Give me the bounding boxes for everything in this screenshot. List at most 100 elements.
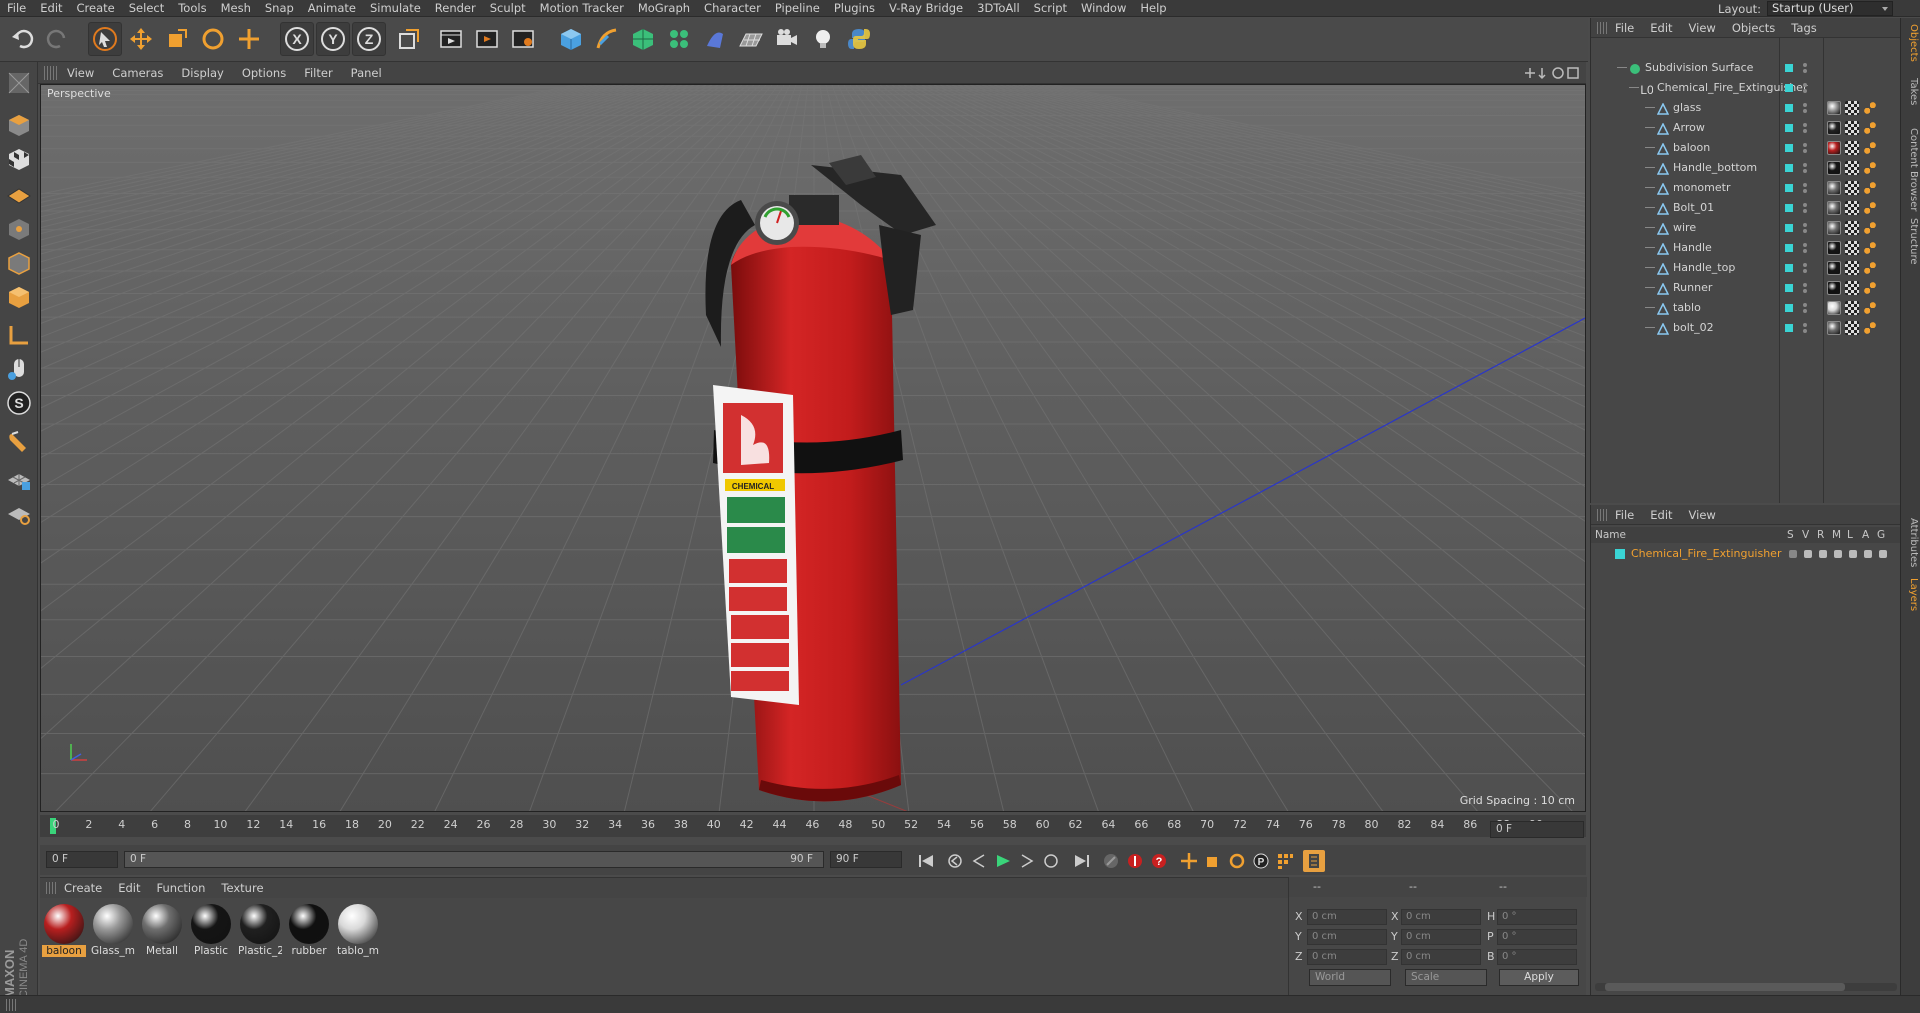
side-tab-takes[interactable]: Takes [1903, 78, 1919, 105]
object-row[interactable]: wire [1591, 218, 1901, 238]
material-swatch[interactable]: Plastic_2 [238, 902, 282, 958]
layer-menu-view[interactable]: View [1681, 508, 1724, 522]
menu-script[interactable]: Script [1027, 0, 1074, 17]
object-menu-view[interactable]: View [1681, 21, 1724, 35]
material-tag-icon[interactable] [1827, 121, 1841, 135]
layer-flag-toggle[interactable] [1789, 550, 1797, 558]
y-axis-lock-button[interactable]: Y [316, 22, 350, 56]
coord-value-field[interactable]: 0 cm [1401, 909, 1481, 925]
editor-visibility-dot[interactable] [1803, 223, 1807, 227]
texture-mode-button[interactable] [4, 144, 34, 174]
render-visibility-dot[interactable] [1803, 329, 1807, 333]
layer-color-chip[interactable] [1785, 304, 1793, 312]
object-row[interactable]: Handle [1591, 238, 1901, 258]
menu-motion-tracker[interactable]: Motion Tracker [533, 0, 631, 17]
menu-animate[interactable]: Animate [301, 0, 363, 17]
z-axis-lock-button[interactable]: Z [352, 22, 386, 56]
object-row[interactable]: baloon [1591, 138, 1901, 158]
editor-visibility-dot[interactable] [1803, 203, 1807, 207]
menu-mograph[interactable]: MoGraph [631, 0, 697, 17]
object-row[interactable]: Runner [1591, 278, 1901, 298]
layout-dropdown[interactable]: Startup (User) [1767, 1, 1893, 16]
material-tag-icon[interactable] [1827, 141, 1841, 155]
object-row[interactable]: Handle_top [1591, 258, 1901, 278]
render-visibility-dot[interactable] [1803, 249, 1807, 253]
layer-color-chip[interactable] [1785, 104, 1793, 112]
menu-create[interactable]: Create [70, 0, 122, 17]
layer-color-chip[interactable] [1785, 204, 1793, 212]
python-script-button[interactable] [842, 22, 876, 56]
material-tag-icon[interactable] [1827, 101, 1841, 115]
layer-color-chip[interactable] [1785, 284, 1793, 292]
material-swatch[interactable]: baloon [42, 902, 86, 958]
editor-visibility-dot[interactable] [1803, 103, 1807, 107]
render-view-button[interactable] [434, 22, 468, 56]
material-tag-icon[interactable] [1827, 261, 1841, 275]
menu-window[interactable]: Window [1074, 0, 1133, 17]
viewport-menu-options[interactable]: Options [233, 66, 295, 80]
coord-value-field[interactable]: 0 cm [1307, 929, 1387, 945]
coord-value-field[interactable]: 0 ° [1497, 909, 1577, 925]
layer-flag-toggle[interactable] [1819, 550, 1827, 558]
side-tab-objects[interactable]: Objects [1903, 24, 1919, 62]
material-tag-icon[interactable] [1827, 161, 1841, 175]
viewport-menu-filter[interactable]: Filter [295, 66, 341, 80]
material-swatch[interactable]: Glass_m [91, 902, 135, 958]
parameter-key-button[interactable]: P [1250, 850, 1272, 872]
workplane-mode-button[interactable] [4, 178, 34, 208]
timeline-window-button[interactable] [1303, 850, 1325, 872]
next-frame-button[interactable] [1016, 850, 1038, 872]
layer-color-chip[interactable] [1785, 84, 1793, 92]
layer-color-chip[interactable] [1785, 224, 1793, 232]
layer-flag-toggle[interactable] [1879, 550, 1887, 558]
x-axis-lock-button[interactable]: X [280, 22, 314, 56]
end-frame-field[interactable]: 90 F [830, 851, 902, 868]
editor-visibility-dot[interactable] [1803, 83, 1807, 87]
edges-mode-button[interactable] [4, 248, 34, 278]
material-tag-icon[interactable] [1827, 301, 1841, 315]
menu-snap[interactable]: Snap [258, 0, 301, 17]
rotate-tool-button[interactable] [196, 22, 230, 56]
render-visibility-dot[interactable] [1803, 109, 1807, 113]
render-visibility-dot[interactable] [1803, 229, 1807, 233]
texture-tag-icon[interactable] [1845, 101, 1859, 115]
layer-color-chip[interactable] [1785, 144, 1793, 152]
undo-button[interactable] [6, 22, 40, 56]
goto-end-button[interactable] [1070, 850, 1092, 872]
material-tag-icon[interactable] [1827, 321, 1841, 335]
polygons-mode-button[interactable] [4, 282, 34, 312]
render-visibility-dot[interactable] [1803, 309, 1807, 313]
prev-key-button[interactable] [944, 850, 966, 872]
object-row[interactable]: monometr [1591, 178, 1901, 198]
menu-character[interactable]: Character [697, 0, 768, 17]
selection-tag-icon[interactable] [1863, 241, 1877, 255]
coord-value-field[interactable]: 0 cm [1401, 949, 1481, 965]
viewport-menu-cameras[interactable]: Cameras [103, 66, 172, 80]
viewport-menu-panel[interactable]: Panel [342, 66, 391, 80]
object-row[interactable]: glass [1591, 98, 1901, 118]
coord-value-field[interactable]: 0 cm [1307, 949, 1387, 965]
enable-workplane-button[interactable] [4, 464, 34, 494]
camera-button[interactable] [770, 22, 804, 56]
floor-button[interactable] [734, 22, 768, 56]
editor-visibility-dot[interactable] [1803, 163, 1807, 167]
menu-simulate[interactable]: Simulate [363, 0, 428, 17]
viewport-menu-view[interactable]: View [58, 66, 103, 80]
layer-color-chip[interactable] [1785, 164, 1793, 172]
render-visibility-dot[interactable] [1803, 269, 1807, 273]
editor-visibility-dot[interactable] [1803, 283, 1807, 287]
record-keys-button[interactable] [1100, 850, 1122, 872]
editor-visibility-dot[interactable] [1803, 323, 1807, 327]
material-tag-icon[interactable] [1827, 221, 1841, 235]
selection-tag-icon[interactable] [1863, 141, 1877, 155]
render-visibility-dot[interactable] [1803, 169, 1807, 173]
texture-tag-icon[interactable] [1845, 321, 1859, 335]
object-row[interactable]: tablo [1591, 298, 1901, 318]
texture-tag-icon[interactable] [1845, 221, 1859, 235]
layer-flag-toggle[interactable] [1849, 550, 1857, 558]
side-tab-content-browser[interactable]: Content Browser [1903, 128, 1919, 211]
cube-primitive-button[interactable] [554, 22, 588, 56]
object-menu-file[interactable]: File [1607, 21, 1642, 35]
texture-tag-icon[interactable] [1845, 241, 1859, 255]
render-visibility-dot[interactable] [1803, 189, 1807, 193]
